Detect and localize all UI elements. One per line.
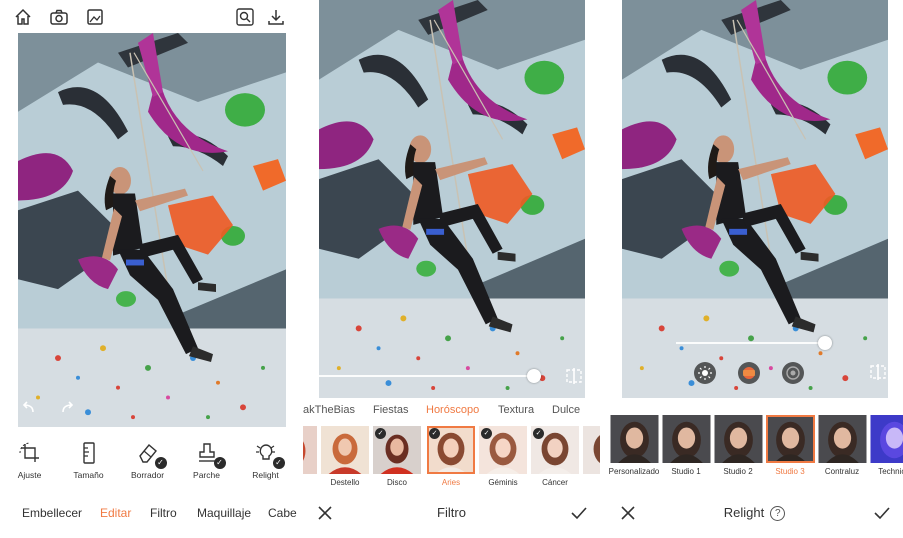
- nav-maquillaje[interactable]: Maquillaje: [197, 506, 251, 520]
- redo-icon[interactable]: [58, 398, 78, 418]
- filter-intensity-slider[interactable]: [319, 368, 541, 384]
- tool-label: Parche: [193, 470, 220, 480]
- filter-thumb-cancer[interactable]: ✓: [531, 426, 579, 474]
- filter-thumb-partial[interactable]: [303, 426, 317, 474]
- stamp-icon: ✓: [194, 440, 226, 469]
- filter-action-bar: Filtro: [303, 500, 600, 526]
- category-fiestas[interactable]: Fiestas: [373, 404, 408, 416]
- nav-cabello[interactable]: Cabe: [268, 506, 297, 520]
- panel-title: Filtro: [437, 505, 466, 520]
- undo-icon[interactable]: [18, 398, 38, 418]
- relight-intensity-slider[interactable]: [676, 335, 832, 351]
- relight-presets: Personalizado Studio 1 Studio 2 Studio 3…: [606, 415, 903, 479]
- confirm-check-icon[interactable]: [872, 503, 892, 523]
- home-icon[interactable]: [13, 7, 33, 27]
- filter-label-geminis: Géminis: [488, 478, 518, 487]
- category-horoscopo[interactable]: Horóscopo: [426, 404, 479, 416]
- preset-label: Studio 3: [775, 467, 805, 476]
- preset-label: Technico: [878, 467, 903, 476]
- category-textura[interactable]: Textura: [498, 404, 534, 416]
- preset-label: Studio 2: [723, 467, 753, 476]
- nav-embellecer[interactable]: Embellecer: [22, 506, 82, 520]
- preset-personalizado[interactable]: [610, 415, 659, 463]
- filter-label-disco: Disco: [386, 478, 407, 487]
- download-icon[interactable]: [266, 7, 286, 27]
- tool-borrador[interactable]: ✓ Borrador: [118, 440, 177, 488]
- camera-icon[interactable]: [49, 7, 69, 27]
- preset-label: Contraluz: [824, 467, 860, 476]
- compare-icon[interactable]: [868, 362, 888, 382]
- brightness-icon[interactable]: [694, 362, 716, 384]
- filter-thumb-disco[interactable]: ✓: [373, 426, 421, 474]
- slider-knob[interactable]: [818, 336, 832, 350]
- color-temperature-icon[interactable]: [738, 362, 760, 384]
- filter-label-cancer: Cáncer: [542, 478, 568, 487]
- preset-technicolor[interactable]: [870, 415, 903, 463]
- light-source-icon[interactable]: [782, 362, 804, 384]
- relight-bulb-icon: ✓: [253, 440, 285, 469]
- check-badge-icon: ✓: [154, 457, 167, 469]
- filter-thumb-destello[interactable]: [321, 426, 369, 474]
- check-badge-icon: ✓: [481, 428, 492, 439]
- filter-thumb-geminis[interactable]: ✓: [479, 426, 527, 474]
- check-badge-icon: ✓: [375, 428, 386, 439]
- category-dulce[interactable]: Dulce: [552, 404, 580, 416]
- preset-label: Personalizado: [608, 467, 660, 476]
- preset-label: Studio 1: [671, 467, 701, 476]
- check-badge-icon: ✓: [272, 457, 285, 469]
- relight-options: [694, 362, 804, 386]
- filter-thumb-aries[interactable]: ✓: [427, 426, 475, 474]
- tool-parche[interactable]: ✓ Parche: [177, 440, 236, 488]
- crop-rotate-icon: [17, 440, 43, 466]
- photo-canvas[interactable]: [319, 0, 585, 398]
- top-toolbar: [0, 0, 297, 33]
- tool-tamano[interactable]: Tamaño: [59, 440, 118, 488]
- compare-icon[interactable]: [564, 366, 584, 386]
- tool-relight[interactable]: ✓ Relight: [236, 440, 295, 488]
- photo-canvas[interactable]: [18, 33, 286, 427]
- check-badge-icon: ✓: [533, 428, 544, 439]
- filter-categories: akTheBias Fiestas Horóscopo Textura Dulc…: [303, 404, 600, 420]
- tool-label: Borrador: [130, 470, 165, 480]
- filter-thumbnails: ✓ ✓ ✓ ✓ Destello Disco Aries Géminis Cán…: [303, 426, 600, 490]
- zoom-frame-icon[interactable]: [235, 7, 255, 27]
- editor-panel: Ajuste Tamaño ✓ Borrador ✓ Parche ✓ Reli…: [0, 0, 297, 538]
- preset-studio-3[interactable]: [766, 415, 815, 463]
- filter-label-destello: Destello: [330, 478, 360, 487]
- filter-label-aries: Aries: [441, 478, 461, 487]
- nav-filtro[interactable]: Filtro: [150, 506, 177, 520]
- preset-studio-2[interactable]: [714, 415, 763, 463]
- filter-panel: akTheBias Fiestas Horóscopo Textura Dulc…: [303, 0, 600, 538]
- slider-knob[interactable]: [527, 369, 541, 383]
- tool-label: Ajuste: [17, 470, 42, 480]
- relight-action-bar: Relight?: [606, 500, 903, 526]
- confirm-check-icon[interactable]: [569, 503, 589, 523]
- tool-label: Tamaño: [73, 470, 104, 480]
- check-badge-icon: ✓: [429, 428, 440, 439]
- eraser-icon: ✓: [135, 440, 167, 469]
- help-icon[interactable]: ?: [770, 506, 786, 521]
- category-akthebias[interactable]: akTheBias: [303, 404, 355, 416]
- panel-title: Relight?: [606, 505, 903, 521]
- edit-tools: Ajuste Tamaño ✓ Borrador ✓ Parche ✓ Reli…: [0, 440, 297, 488]
- nav-editar[interactable]: Editar: [100, 506, 131, 520]
- ruler-icon: [76, 440, 102, 466]
- relight-panel: Personalizado Studio 1 Studio 2 Studio 3…: [606, 0, 903, 538]
- preset-studio-1[interactable]: [662, 415, 711, 463]
- gallery-icon[interactable]: [85, 7, 105, 27]
- bottom-nav: Embellecer Editar Filtro Maquillaje Cabe: [0, 500, 297, 526]
- tool-label: Relight: [252, 470, 279, 480]
- filter-thumb-partial[interactable]: [583, 426, 600, 474]
- tool-ajuste[interactable]: Ajuste: [0, 440, 59, 488]
- relight-title: Relight: [723, 505, 765, 520]
- check-badge-icon: ✓: [213, 457, 226, 469]
- preset-contraluz[interactable]: [818, 415, 867, 463]
